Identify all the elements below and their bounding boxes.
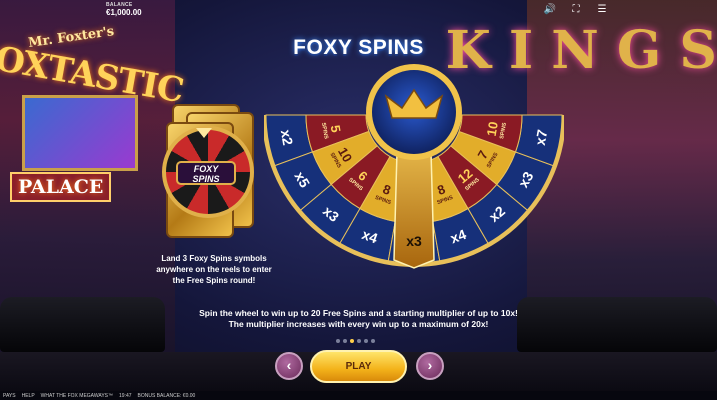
pagination-dot[interactable]	[336, 339, 340, 343]
wheel-multiplier-label: x2	[278, 128, 296, 146]
game-name: WHAT THE FOX MEGAWAYS™	[40, 392, 113, 399]
bottom-info-bar: PAYS HELP WHAT THE FOX MEGAWAYS™ 19:47 B…	[0, 391, 717, 400]
badge-line1: FOXY	[193, 164, 219, 174]
left-description: Land 3 Foxy Spins symbols anywhere on th…	[156, 254, 272, 285]
balance-display: BALANCE €1,000.00	[106, 2, 142, 17]
prev-page-button[interactable]: ‹	[275, 352, 303, 380]
wheel-multiplier-label: x7	[532, 128, 550, 146]
pagination-dots	[336, 339, 375, 343]
wheel-spins-value: 10	[484, 120, 501, 137]
pagination-dot[interactable]	[364, 339, 368, 343]
description-line2: The multiplier increases with every win …	[228, 319, 489, 329]
next-page-button[interactable]: ›	[416, 352, 444, 380]
pointer-arrow-icon	[196, 128, 212, 138]
badge-line2: SPINS	[192, 174, 220, 184]
help-link[interactable]: HELP	[22, 393, 35, 399]
description-line1: Spin the wheel to win up to 20 Free Spin…	[199, 308, 518, 318]
pointer-multiplier: x3	[406, 233, 422, 249]
palace-sign: PALACE	[10, 172, 112, 202]
play-button[interactable]: PLAY	[310, 350, 407, 383]
fullscreen-icon[interactable]: ⛶	[569, 4, 583, 15]
billboard-screen	[22, 95, 138, 171]
foxy-spins-symbol: FOXY SPINS	[162, 104, 260, 238]
page-title: FOXY SPINS	[293, 36, 424, 59]
main-description: Spin the wheel to win up to 20 Free Spin…	[0, 308, 717, 330]
pagination-dot[interactable]	[357, 339, 361, 343]
foxy-spins-badge: FOXY SPINS	[176, 161, 236, 185]
menu-icon[interactable]: ☰	[595, 4, 609, 15]
top-controls: 🔊 ⛶ ☰	[543, 4, 609, 15]
bonus-wheel: x25SPINSx510SPINSx36SPINSx48SPINSx320SPI…	[264, 64, 564, 269]
bonus-balance: BONUS BALANCE: €0.00	[137, 392, 196, 399]
paytable-link[interactable]: PAYS	[3, 393, 16, 399]
clock: 19:47	[119, 392, 132, 399]
pagination-dot[interactable]	[371, 339, 375, 343]
pagination-dot[interactable]	[343, 339, 347, 343]
speaker-icon[interactable]: 🔊	[543, 4, 557, 15]
pagination-dot[interactable]	[350, 339, 354, 343]
balance-value: €1,000.00	[106, 8, 142, 17]
